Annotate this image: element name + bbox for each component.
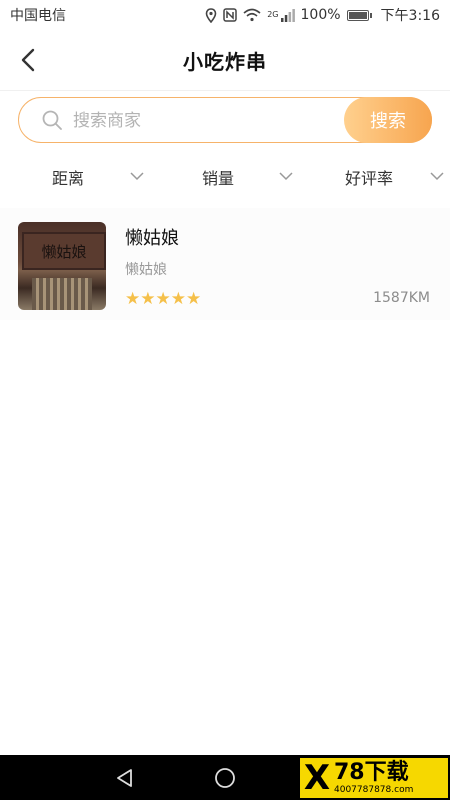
watermark-phone: 4007787878.com	[334, 784, 414, 795]
shop-image: 懒姑娘	[18, 222, 106, 310]
filter-sales[interactable]: 销量	[202, 157, 234, 197]
network-badge: 2G	[267, 10, 279, 19]
shop-image-sign: 懒姑娘	[22, 232, 106, 270]
star-icon: ★	[170, 289, 186, 309]
nav-home-button[interactable]	[195, 755, 255, 800]
shop-distance: 1587KM	[373, 290, 430, 306]
chevron-left-icon	[21, 48, 35, 72]
page-header: 小吃炸串	[0, 30, 450, 90]
shop-subtitle: 懒姑娘	[125, 262, 167, 278]
status-bar: 中国电信 2G 100% 下午3:16	[0, 0, 450, 30]
clock: 下午3:16	[380, 8, 440, 24]
status-icons: 2G 100% 下午3:16	[205, 5, 440, 25]
nav-back-button[interactable]	[95, 755, 155, 800]
filter-bar: 距离 销量 好评率	[0, 157, 450, 197]
watermark-text: 78下载	[334, 759, 409, 785]
location-icon	[205, 7, 217, 23]
search-icon	[42, 110, 62, 130]
watermark-mark: X	[303, 758, 331, 798]
star-icon: ★	[140, 289, 156, 309]
search-bar: 搜索	[18, 97, 432, 143]
chevron-down-icon[interactable]	[279, 171, 293, 181]
filter-rating[interactable]: 好评率	[345, 157, 393, 197]
star-icon: ★	[155, 289, 171, 309]
star-icon: ★	[186, 289, 202, 309]
search-button[interactable]: 搜索	[344, 97, 432, 143]
battery-icon	[346, 9, 372, 21]
shop-name: 懒姑娘	[125, 228, 179, 249]
rating-stars: ★ ★ ★ ★ ★	[125, 290, 201, 308]
signal-icon	[280, 8, 295, 22]
shop-image-door	[32, 278, 92, 310]
wifi-icon	[243, 8, 261, 22]
nfc-icon	[223, 8, 237, 22]
battery-percent: 100%	[300, 7, 341, 23]
back-button[interactable]	[12, 44, 44, 76]
star-icon: ★	[125, 289, 141, 309]
chevron-down-icon[interactable]	[430, 171, 444, 181]
watermark-logo: X 78下载 4007787878.com	[300, 758, 448, 798]
shop-list-item[interactable]: 懒姑娘 懒姑娘 懒姑娘 ★ ★ ★ ★ ★ 1587KM	[0, 208, 450, 320]
filter-label: 距离	[52, 169, 85, 188]
filter-label: 好评率	[345, 169, 394, 188]
system-nav-bar: X 78下载 4007787878.com	[0, 755, 450, 800]
page-title: 小吃炸串	[183, 49, 267, 74]
home-circle-icon	[215, 767, 235, 788]
carrier-label: 中国电信	[10, 8, 66, 24]
chevron-down-icon[interactable]	[130, 171, 144, 181]
header-divider	[0, 90, 450, 91]
filter-distance[interactable]: 距离	[52, 157, 84, 197]
search-input[interactable]	[71, 106, 335, 136]
back-triangle-icon	[117, 768, 132, 787]
filter-label: 销量	[202, 169, 235, 188]
